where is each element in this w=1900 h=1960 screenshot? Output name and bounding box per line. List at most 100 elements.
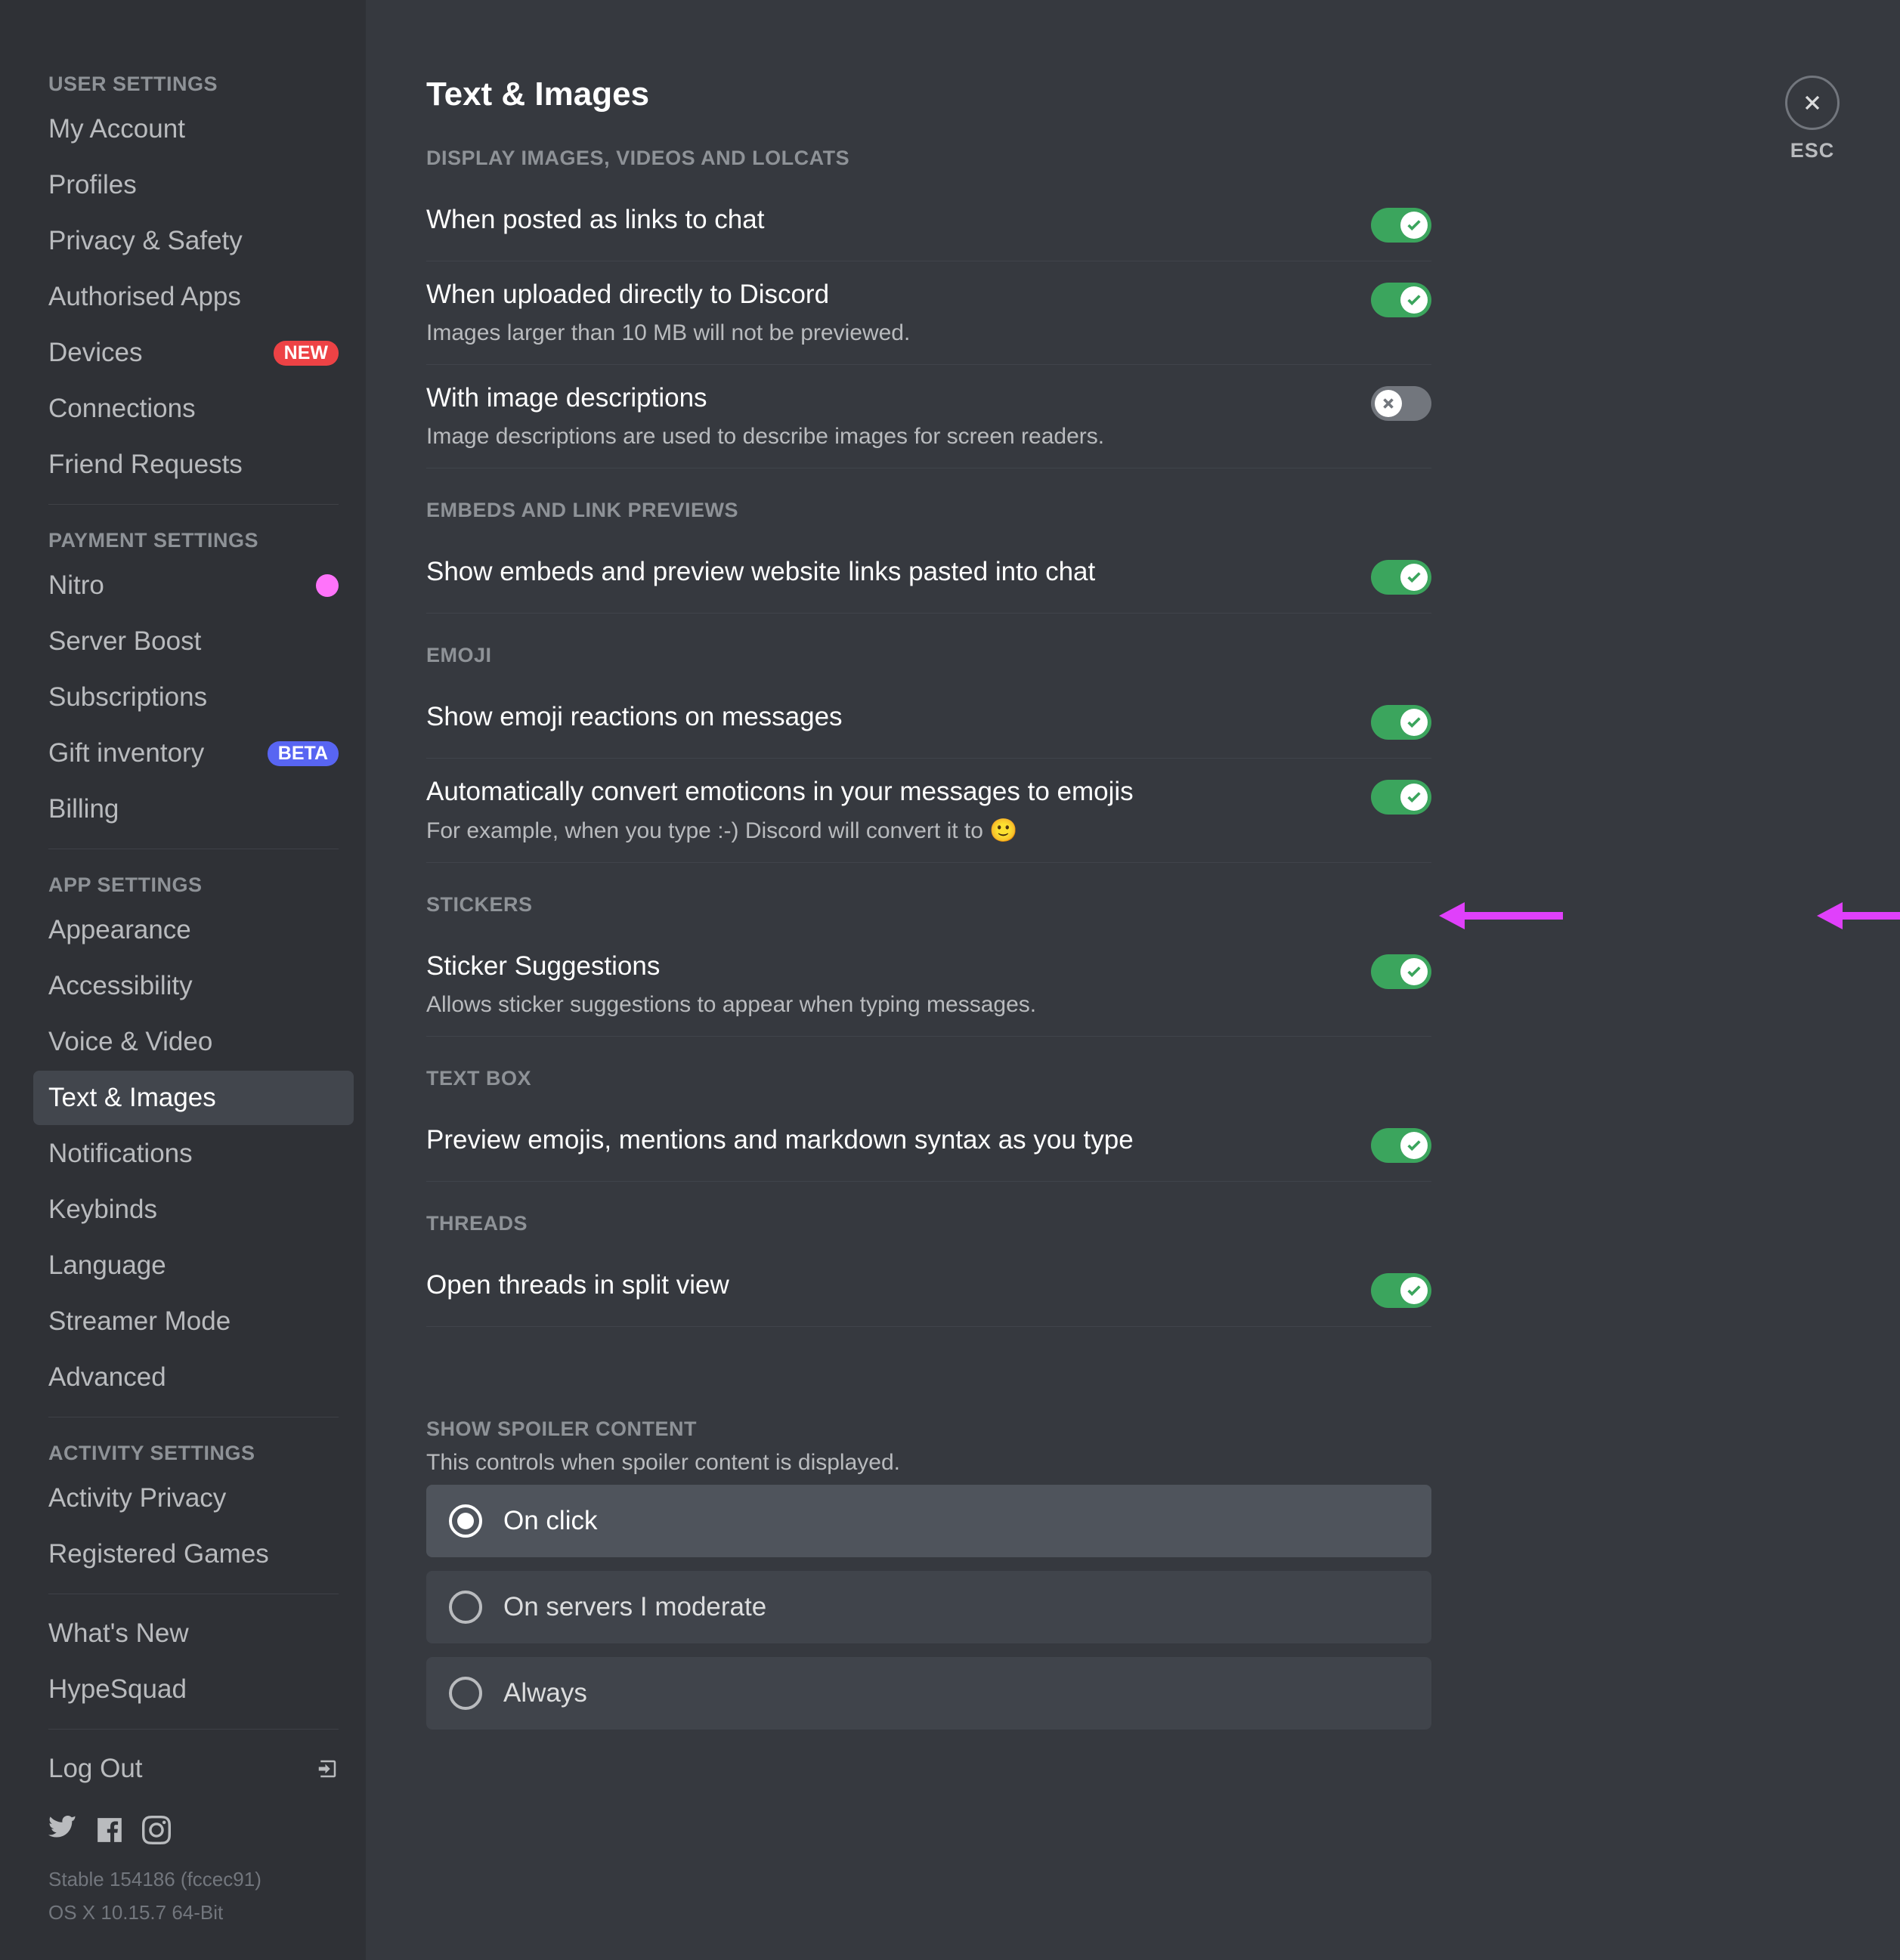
twitter-icon[interactable]: [48, 1816, 77, 1844]
toggle-sticker-suggestions[interactable]: [1371, 954, 1431, 989]
setting-desc: Images larger than 10 MB will not be pre…: [426, 320, 1341, 346]
sidebar-item-label: Registered Games: [48, 1539, 269, 1569]
sidebar-item-label: Keybinds: [48, 1195, 157, 1225]
section-emoji-title: EMOJI: [426, 644, 1431, 667]
radio-always[interactable]: Always: [426, 1657, 1431, 1730]
toggle-uploaded[interactable]: [1371, 283, 1431, 317]
radio-icon: [449, 1677, 482, 1710]
setting-label: When uploaded directly to Discord: [426, 280, 1341, 310]
section-embeds-title: EMBEDS AND LINK PREVIEWS: [426, 499, 1431, 522]
section-title: USER SETTINGS: [33, 60, 354, 102]
radio-icon: [449, 1504, 482, 1538]
settings-sidebar: USER SETTINGSMy Account Profiles Privacy &…: [0, 0, 366, 1960]
check-icon: [1406, 963, 1422, 980]
logout-icon: [316, 1758, 339, 1780]
sidebar-item-what-s-new[interactable]: What's New: [33, 1606, 354, 1661]
nitro-icon: [316, 574, 339, 597]
sidebar-item-friend-requests[interactable]: Friend Requests: [33, 437, 354, 492]
toggle-preview-markdown[interactable]: [1371, 1128, 1431, 1163]
beta-badge: BETA: [268, 741, 339, 766]
sidebar-item-label: Gift inventory: [48, 738, 204, 768]
sidebar-item-accessibility[interactable]: Accessibility: [33, 959, 354, 1013]
setting-label: With image descriptions: [426, 383, 1341, 413]
divider: [48, 504, 339, 505]
check-icon: [1406, 569, 1422, 586]
x-icon: [1380, 395, 1397, 412]
setting-threads-split: Open threads in split view: [426, 1252, 1431, 1327]
annotation-arrow: [1439, 902, 1563, 929]
setting-label: Sticker Suggestions: [426, 951, 1341, 982]
sidebar-item-registered-games[interactable]: Registered Games: [33, 1527, 354, 1581]
sidebar-item-notifications[interactable]: Notifications: [33, 1127, 354, 1181]
sidebar-item-devices[interactable]: DevicesNEW: [33, 326, 354, 380]
sidebar-item-label: Profiles: [48, 170, 137, 200]
sidebar-item-hypesquad[interactable]: HypeSquad: [33, 1662, 354, 1717]
setting-sticker-suggestions: Sticker Suggestions Allows sticker sugge…: [426, 933, 1431, 1037]
setting-image-descriptions: With image descriptions Image descriptio…: [426, 365, 1431, 468]
sidebar-item-activity-privacy[interactable]: Activity Privacy: [33, 1471, 354, 1526]
close-button[interactable]: ESC: [1785, 76, 1840, 162]
radio-label: On click: [503, 1506, 597, 1536]
radio-on-click[interactable]: On click: [426, 1485, 1431, 1557]
sidebar-item-label: Text & Images: [48, 1083, 216, 1113]
radio-icon: [449, 1591, 482, 1624]
toggle-posted-links[interactable]: [1371, 208, 1431, 243]
sidebar-item-label: Authorised Apps: [48, 282, 241, 312]
sidebar-item-profiles[interactable]: Profiles: [33, 158, 354, 212]
sidebar-item-billing[interactable]: Billing: [33, 782, 354, 836]
toggle-show-embeds[interactable]: [1371, 560, 1431, 595]
sidebar-item-label: Activity Privacy: [48, 1483, 226, 1513]
sidebar-item-appearance[interactable]: Appearance: [33, 903, 354, 957]
sidebar-item-text-images[interactable]: Text & Images: [33, 1071, 354, 1125]
sidebar-item-privacy-safety[interactable]: Privacy & Safety: [33, 214, 354, 268]
toggle-threads-split[interactable]: [1371, 1273, 1431, 1308]
sidebar-item-voice-video[interactable]: Voice & Video: [33, 1015, 354, 1069]
logout-label: Log Out: [48, 1754, 143, 1784]
toggle-emoji-reactions[interactable]: [1371, 705, 1431, 740]
check-icon: [1406, 714, 1422, 731]
instagram-icon[interactable]: [142, 1816, 171, 1844]
sidebar-item-subscriptions[interactable]: Subscriptions: [33, 670, 354, 725]
sidebar-item-label: Connections: [48, 394, 196, 424]
sidebar-item-label: Notifications: [48, 1139, 193, 1169]
sidebar-item-my-account[interactable]: My Account: [33, 102, 354, 156]
setting-posted-links: When posted as links to chat: [426, 187, 1431, 261]
radio-label: Always: [503, 1678, 587, 1708]
setting-label: Show emoji reactions on messages: [426, 702, 1341, 732]
sidebar-item-advanced[interactable]: Advanced: [33, 1350, 354, 1405]
sidebar-item-label: Nitro: [48, 570, 104, 601]
sidebar-item-connections[interactable]: Connections: [33, 382, 354, 436]
setting-preview-markdown: Preview emojis, mentions and markdown sy…: [426, 1107, 1431, 1182]
setting-show-embeds: Show embeds and preview website links pa…: [426, 539, 1431, 614]
toggle-image-descriptions[interactable]: [1371, 386, 1431, 421]
sidebar-item-gift-inventory[interactable]: Gift inventory BETA: [33, 726, 354, 781]
setting-desc: Image descriptions are used to describe …: [426, 424, 1341, 450]
setting-label: Preview emojis, mentions and markdown sy…: [426, 1125, 1341, 1155]
build-info: Stable 154186 (fccec91): [33, 1863, 354, 1896]
sidebar-item-streamer-mode[interactable]: Streamer Mode: [33, 1294, 354, 1349]
os-info: OS X 10.15.7 64-Bit: [33, 1896, 354, 1929]
radio-label: On servers I moderate: [503, 1592, 766, 1622]
check-icon: [1406, 217, 1422, 233]
sidebar-item-authorised-apps[interactable]: Authorised Apps: [33, 270, 354, 324]
logout-button[interactable]: Log Out: [33, 1742, 354, 1796]
section-textbox-title: TEXT BOX: [426, 1067, 1431, 1090]
section-threads-title: THREADS: [426, 1212, 1431, 1235]
check-icon: [1406, 1282, 1422, 1299]
page-title: Text & Images: [426, 76, 1840, 113]
annotation-arrow: [1817, 902, 1900, 929]
sidebar-item-label: Advanced: [48, 1362, 166, 1393]
sidebar-item-nitro[interactable]: Nitro: [33, 558, 354, 613]
section-title: PAYMENT SETTINGS: [33, 517, 354, 558]
facebook-icon[interactable]: [95, 1816, 124, 1844]
toggle-convert-emoticons[interactable]: [1371, 780, 1431, 815]
close-icon: [1785, 76, 1840, 130]
sidebar-item-keybinds[interactable]: Keybinds: [33, 1182, 354, 1237]
sidebar-item-label: Voice & Video: [48, 1027, 212, 1057]
setting-label: When posted as links to chat: [426, 205, 1341, 235]
radio-on-servers-i-moderate[interactable]: On servers I moderate: [426, 1571, 1431, 1643]
sidebar-item-language[interactable]: Language: [33, 1238, 354, 1293]
sidebar-item-server-boost[interactable]: Server Boost: [33, 614, 354, 669]
setting-label: Open threads in split view: [426, 1270, 1341, 1300]
section-title: ACTIVITY SETTINGS: [33, 1430, 354, 1471]
